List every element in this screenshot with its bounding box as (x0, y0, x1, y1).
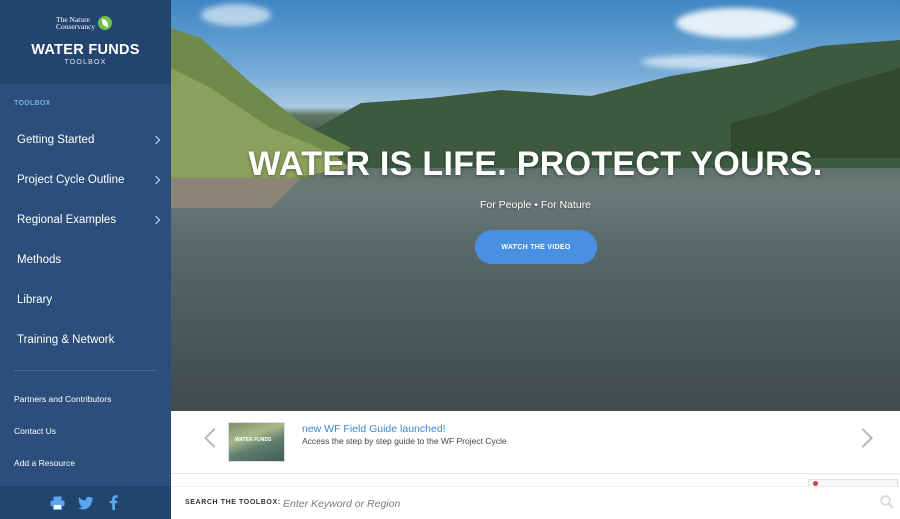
news-description: Access the step by step guide to the WF … (302, 436, 507, 446)
sidebar: The Nature Conservancy WATER FUNDS TOOLB… (0, 0, 171, 519)
thumbnail-caption: WATER FUNDS (235, 437, 272, 443)
watch-video-button[interactable]: WATCH THE VIDEO (475, 230, 597, 264)
news-carousel: WATER FUNDS new WF Field Guide launched!… (171, 411, 900, 474)
print-icon[interactable] (50, 495, 66, 511)
chevron-right-icon[interactable] (853, 428, 873, 448)
social-bar (0, 486, 171, 519)
site-title: WATER FUNDS (31, 42, 140, 58)
chevron-right-icon (151, 175, 161, 185)
chevron-right-icon (151, 135, 161, 145)
search-bar: SEARCH THE TOOLBOX: (171, 486, 900, 519)
nav-item-library[interactable]: Library (0, 280, 171, 320)
link-contact-us[interactable]: Contact Us (14, 423, 111, 455)
nav-item-training-network[interactable]: Training & Network (0, 320, 171, 360)
hero-subtitle: For People • For Nature (479, 199, 592, 211)
hero-title: WATER IS LIFE. PROTECT YOURS. (248, 145, 823, 183)
tnc-logo[interactable]: The Nature Conservancy (56, 16, 113, 31)
link-partners-contributors[interactable]: Partners and Contributors (14, 391, 111, 423)
leaf-icon (98, 16, 113, 30)
nav-item-regional-examples[interactable]: Regional Examples (0, 200, 171, 240)
brand-header[interactable]: The Nature Conservancy WATER FUNDS TOOLB… (0, 0, 171, 84)
nav-item-project-cycle-outline[interactable]: Project Cycle Outline (0, 160, 171, 200)
nav-item-label: Methods (17, 254, 62, 266)
link-add-resource[interactable]: Add a Resource (14, 455, 111, 487)
nav-item-getting-started[interactable]: Getting Started (0, 120, 171, 160)
hero-banner: WATER IS LIFE. PROTECT YOURS. For People… (171, 0, 900, 411)
nav-item-label: Getting Started (17, 134, 95, 146)
nav-section-label: TOOLBOX (14, 100, 51, 107)
facebook-icon[interactable] (106, 495, 122, 511)
nav-item-label: Library (17, 294, 53, 306)
news-thumbnail[interactable]: WATER FUNDS (228, 422, 285, 462)
cloud-shape (201, 4, 271, 26)
twitter-icon[interactable] (77, 495, 94, 511)
nav-item-label: Training & Network (17, 334, 115, 346)
search-label: SEARCH THE TOOLBOX: (185, 499, 281, 506)
search-input[interactable] (283, 493, 863, 515)
nav-item-label: Project Cycle Outline (17, 174, 125, 186)
secondary-links: Partners and Contributors Contact Us Add… (14, 391, 111, 487)
org-name-line2: Conservancy (56, 22, 96, 31)
nav-item-label: Regional Examples (17, 214, 117, 226)
chevron-left-icon[interactable] (204, 428, 224, 448)
site-subtitle: TOOLBOX (64, 59, 107, 66)
chevron-right-icon (151, 215, 161, 225)
news-title-link[interactable]: new WF Field Guide launched! (302, 423, 446, 435)
sidebar-divider (14, 370, 157, 371)
main-nav: Getting Started Project Cycle Outline Re… (0, 120, 171, 360)
search-icon[interactable] (880, 495, 894, 509)
nav-item-methods[interactable]: Methods (0, 240, 171, 280)
